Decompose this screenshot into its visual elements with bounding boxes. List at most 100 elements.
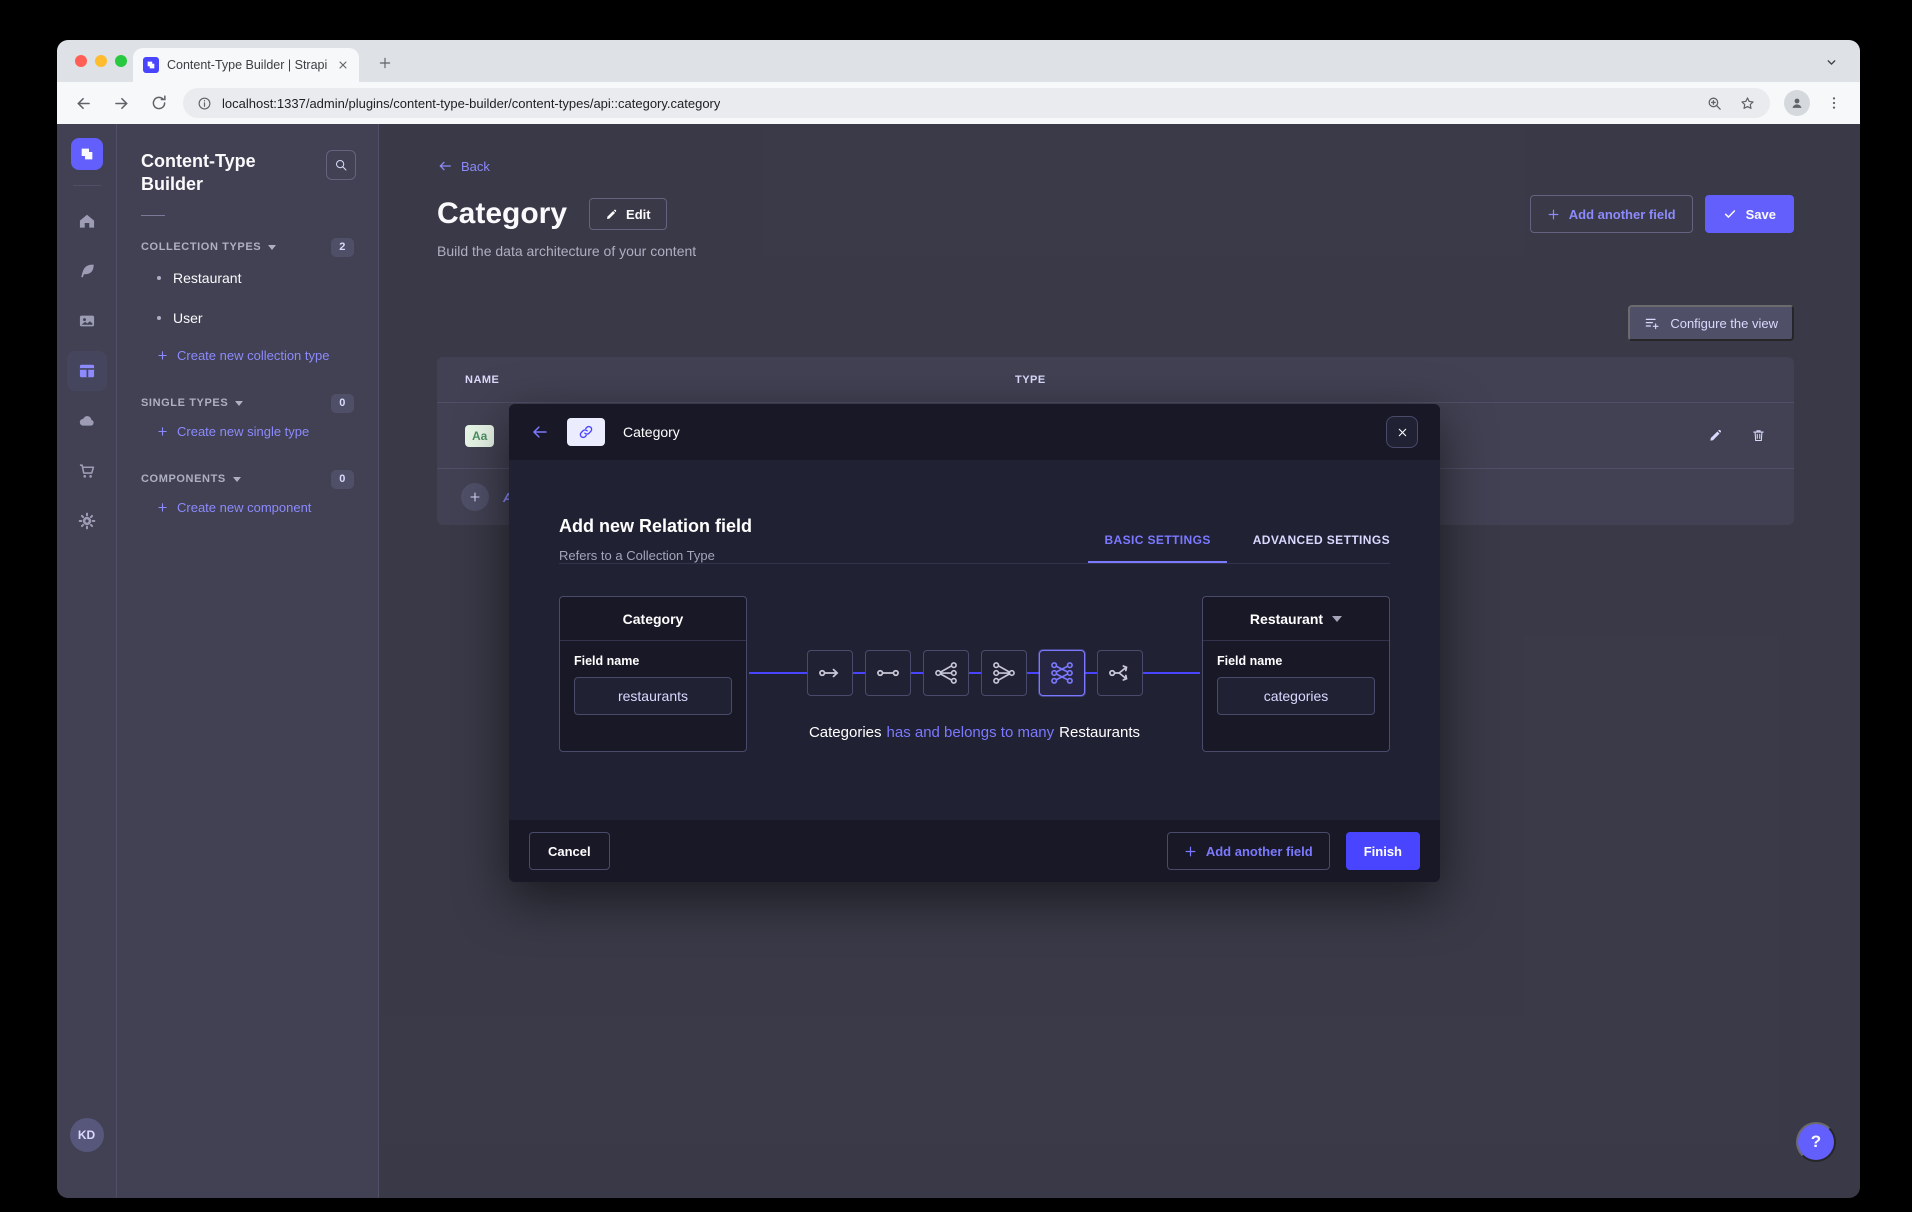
modal-title: Category bbox=[623, 424, 680, 440]
relation-one-to-many-button[interactable] bbox=[923, 650, 969, 696]
relation-modal: Category Add new Relation field Refers t… bbox=[509, 404, 1440, 882]
user-avatar[interactable]: KD bbox=[70, 1118, 104, 1152]
nav-divider bbox=[73, 185, 101, 186]
sidebar-item-user[interactable]: User bbox=[141, 299, 354, 337]
components-count-badge: 0 bbox=[331, 470, 354, 489]
column-name: NAME bbox=[437, 374, 1015, 386]
relation-one-way-button[interactable] bbox=[807, 650, 853, 696]
sidebar-title: Content-Type Builder bbox=[141, 150, 291, 197]
create-collection-type-link[interactable]: Create new collection type bbox=[141, 339, 354, 372]
edit-field-icon[interactable] bbox=[1708, 428, 1723, 443]
plus-icon bbox=[1184, 845, 1197, 858]
target-collection-dropdown[interactable]: Restaurant bbox=[1203, 597, 1389, 641]
finish-button[interactable]: Finish bbox=[1346, 832, 1420, 870]
nav-settings-gear-icon[interactable] bbox=[67, 501, 107, 541]
single-types-count-badge: 0 bbox=[331, 394, 354, 413]
main-nav: KD bbox=[57, 124, 117, 1198]
sentence-target: Restaurants bbox=[1059, 724, 1140, 741]
minimize-window-button[interactable] bbox=[95, 55, 107, 67]
back-nav-icon[interactable] bbox=[69, 89, 97, 117]
nav-content-type-builder-icon[interactable] bbox=[67, 351, 107, 391]
new-tab-button[interactable] bbox=[373, 51, 397, 75]
section-single-types[interactable]: SINGLE TYPES 0 bbox=[141, 394, 354, 413]
add-another-field-button[interactable]: Add another field bbox=[1530, 195, 1693, 233]
create-component-link[interactable]: Create new component bbox=[141, 491, 354, 524]
zoom-page-icon[interactable] bbox=[1706, 95, 1723, 112]
forward-nav-icon[interactable] bbox=[107, 89, 135, 117]
list-settings-icon bbox=[1644, 315, 1660, 331]
source-field-label: Field name bbox=[574, 654, 732, 668]
page-subtitle: Build the data architecture of your cont… bbox=[437, 243, 1794, 259]
tab-advanced-settings[interactable]: ADVANCED SETTINGS bbox=[1253, 533, 1390, 563]
reload-icon[interactable] bbox=[145, 89, 173, 117]
modal-footer: Cancel Add another field Finish bbox=[509, 820, 1440, 882]
relation-sentence: Categorieshas and belongs to manyRestaur… bbox=[749, 724, 1200, 741]
tab-search-chevron-icon[interactable] bbox=[1818, 49, 1844, 75]
edit-button[interactable]: Edit bbox=[589, 198, 667, 230]
nav-media-library-icon[interactable] bbox=[67, 301, 107, 341]
strapi-favicon-icon bbox=[143, 57, 159, 73]
delete-field-icon[interactable] bbox=[1751, 428, 1766, 443]
plus-icon bbox=[1547, 208, 1560, 221]
bullet-icon bbox=[157, 276, 161, 280]
nav-deploy-cloud-icon[interactable] bbox=[67, 401, 107, 441]
relation-many-way-button[interactable] bbox=[1097, 650, 1143, 696]
nav-home-icon[interactable] bbox=[67, 201, 107, 241]
source-card: Category Field name restaurants bbox=[559, 596, 747, 752]
strapi-admin: KD Content-Type Builder COLLECTION TYPES… bbox=[57, 124, 1860, 1198]
tab-close-icon[interactable] bbox=[337, 59, 349, 71]
sidebar-item-restaurant[interactable]: Restaurant bbox=[141, 259, 354, 297]
relation-diagram: Category Field name restaurants bbox=[559, 596, 1390, 752]
source-field-name-input[interactable]: restaurants bbox=[574, 677, 732, 715]
help-button[interactable]: ? bbox=[1796, 1122, 1836, 1162]
arrow-left-icon bbox=[437, 158, 453, 174]
window-controls bbox=[75, 55, 127, 67]
close-icon bbox=[1397, 427, 1408, 438]
target-field-label: Field name bbox=[1217, 654, 1375, 668]
check-icon bbox=[1723, 207, 1737, 221]
section-components[interactable]: COMPONENTS 0 bbox=[141, 470, 354, 489]
ctb-sidebar: Content-Type Builder COLLECTION TYPES 2 … bbox=[117, 124, 379, 1198]
chevron-down-icon bbox=[1332, 616, 1342, 622]
url-text[interactable]: localhost:1337/admin/plugins/content-typ… bbox=[222, 96, 720, 111]
table-header: NAME TYPE bbox=[437, 357, 1794, 403]
browser-menu-icon[interactable] bbox=[1820, 89, 1848, 117]
cancel-button[interactable]: Cancel bbox=[529, 832, 610, 870]
relation-many-to-one-button[interactable] bbox=[981, 650, 1027, 696]
create-single-type-link[interactable]: Create new single type bbox=[141, 415, 354, 448]
plus-circle-icon[interactable] bbox=[461, 483, 489, 511]
bullet-icon bbox=[157, 316, 161, 320]
close-window-button[interactable] bbox=[75, 55, 87, 67]
browser-tab[interactable]: Content-Type Builder | Strapi bbox=[133, 48, 359, 82]
sentence-relation: has and belongs to many bbox=[887, 724, 1055, 741]
save-button[interactable]: Save bbox=[1705, 195, 1794, 233]
sidebar-search-button[interactable] bbox=[326, 150, 356, 180]
target-field-name-input[interactable]: categories bbox=[1217, 677, 1375, 715]
tab-title: Content-Type Builder | Strapi bbox=[167, 58, 329, 72]
section-collection-types[interactable]: COLLECTION TYPES 2 bbox=[141, 238, 354, 257]
modal-body: Add new Relation field Refers to a Colle… bbox=[509, 460, 1440, 752]
nav-content-manager-icon[interactable] bbox=[67, 251, 107, 291]
nav-marketplace-icon[interactable] bbox=[67, 451, 107, 491]
pencil-icon bbox=[605, 208, 618, 221]
modal-heading: Add new Relation field bbox=[559, 516, 752, 537]
relation-link-icon bbox=[567, 418, 605, 446]
strapi-logo[interactable] bbox=[71, 138, 103, 170]
zoom-window-button[interactable] bbox=[115, 55, 127, 67]
modal-close-button[interactable] bbox=[1386, 416, 1418, 448]
chevron-down-icon bbox=[268, 245, 276, 250]
relation-one-to-one-button[interactable] bbox=[865, 650, 911, 696]
configure-view-button[interactable]: Configure the view bbox=[1628, 305, 1794, 341]
target-card: Restaurant Field name categories bbox=[1202, 596, 1390, 752]
address-bar[interactable]: localhost:1337/admin/plugins/content-typ… bbox=[183, 88, 1770, 118]
source-card-title: Category bbox=[560, 597, 746, 641]
browser-window: Content-Type Builder | Strapi localhost:… bbox=[57, 40, 1860, 1198]
relation-many-to-many-button[interactable] bbox=[1039, 650, 1085, 696]
back-link[interactable]: Back bbox=[437, 158, 490, 174]
site-info-icon[interactable] bbox=[197, 96, 212, 111]
bookmark-star-icon[interactable] bbox=[1739, 95, 1756, 112]
tab-basic-settings[interactable]: BASIC SETTINGS bbox=[1104, 533, 1210, 563]
modal-add-another-field-button[interactable]: Add another field bbox=[1167, 832, 1330, 870]
modal-back-icon[interactable] bbox=[531, 423, 549, 441]
browser-profile-icon[interactable] bbox=[1784, 90, 1810, 116]
